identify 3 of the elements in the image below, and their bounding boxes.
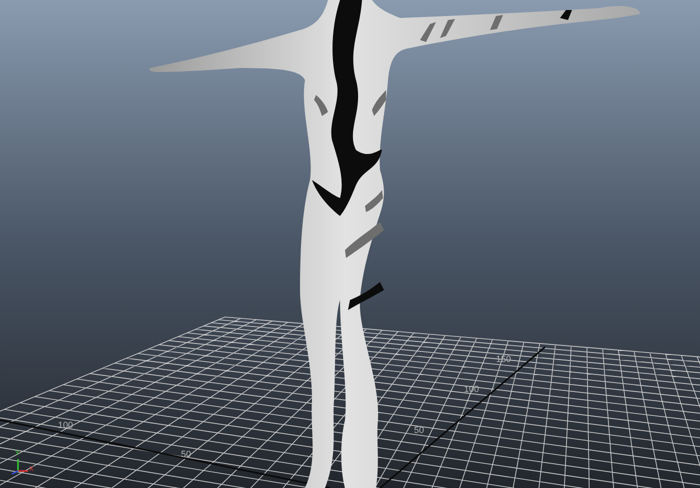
grid-label: 50: [181, 450, 192, 459]
grid-label: 50: [414, 426, 424, 435]
axis-gizmo-icon: [12, 459, 28, 475]
